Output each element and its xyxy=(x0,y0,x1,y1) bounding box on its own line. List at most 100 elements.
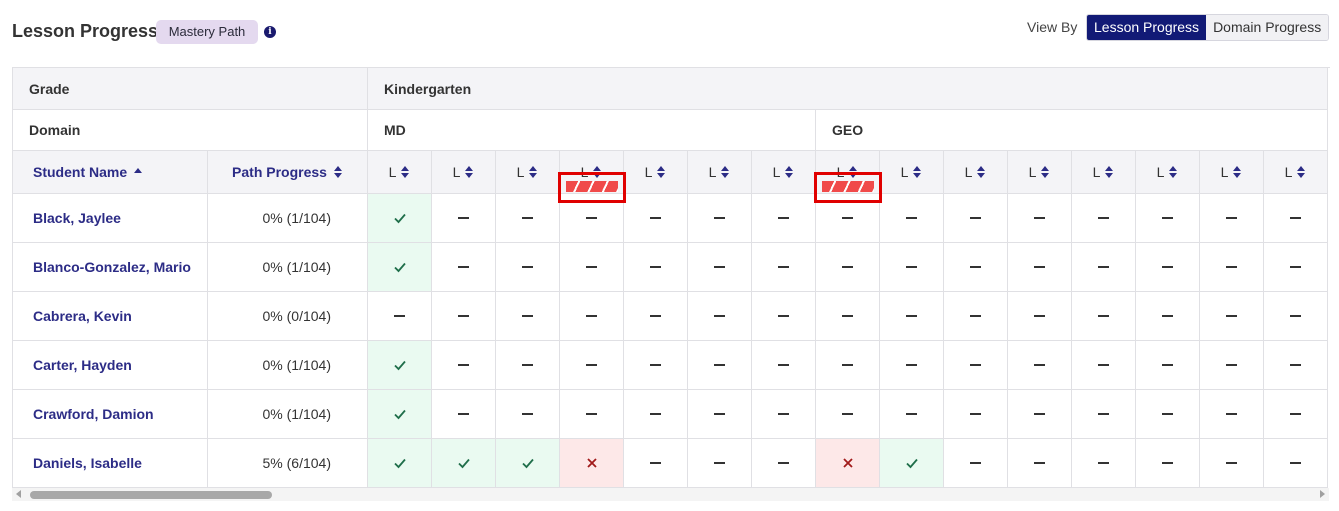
lesson-header[interactable]: L xyxy=(1200,151,1264,194)
lesson-header[interactable]: L xyxy=(624,151,688,194)
sort-icon[interactable] xyxy=(1168,165,1178,179)
lesson-status-cell[interactable] xyxy=(1136,390,1200,439)
lesson-status-cell[interactable] xyxy=(752,292,816,341)
lesson-status-cell[interactable] xyxy=(944,390,1008,439)
lesson-status-cell[interactable] xyxy=(816,292,880,341)
sort-icon[interactable] xyxy=(1104,165,1114,179)
lesson-status-cell[interactable] xyxy=(752,390,816,439)
lesson-status-cell[interactable] xyxy=(1136,292,1200,341)
lesson-status-cell[interactable] xyxy=(944,243,1008,292)
lesson-status-cell[interactable] xyxy=(624,243,688,292)
sort-icon[interactable] xyxy=(976,165,986,179)
lesson-status-cell[interactable] xyxy=(752,439,816,488)
lesson-status-cell[interactable] xyxy=(752,194,816,243)
lesson-header[interactable]: L xyxy=(944,151,1008,194)
lesson-status-cell[interactable] xyxy=(1200,243,1264,292)
lesson-status-cell[interactable] xyxy=(1136,439,1200,488)
lesson-status-cell[interactable] xyxy=(1008,439,1072,488)
lesson-status-cell[interactable] xyxy=(496,341,560,390)
lesson-status-cell[interactable] xyxy=(816,390,880,439)
lesson-status-cell[interactable] xyxy=(1264,390,1328,439)
sort-icon[interactable] xyxy=(333,165,343,179)
lesson-header[interactable]: L xyxy=(1008,151,1072,194)
lesson-status-cell[interactable] xyxy=(1200,439,1264,488)
lesson-status-cell[interactable] xyxy=(432,194,496,243)
lesson-status-cell[interactable] xyxy=(368,194,432,243)
lesson-status-cell[interactable] xyxy=(1136,243,1200,292)
scroll-right-icon[interactable] xyxy=(1320,490,1325,498)
sort-icon[interactable] xyxy=(784,165,794,179)
lesson-status-cell[interactable] xyxy=(1072,439,1136,488)
lesson-status-cell[interactable] xyxy=(816,341,880,390)
student-name-link[interactable]: Carter, Hayden xyxy=(13,341,208,390)
lesson-status-cell[interactable] xyxy=(816,243,880,292)
lesson-status-cell[interactable] xyxy=(688,390,752,439)
lesson-status-cell[interactable] xyxy=(1008,194,1072,243)
student-name-link[interactable]: Black, Jaylee xyxy=(13,194,208,243)
lesson-status-cell[interactable] xyxy=(1200,390,1264,439)
info-icon[interactable]: i xyxy=(264,26,276,38)
lesson-status-cell[interactable] xyxy=(368,292,432,341)
lesson-status-cell[interactable] xyxy=(688,341,752,390)
horizontal-scrollbar[interactable] xyxy=(12,488,1329,501)
lesson-status-cell[interactable] xyxy=(368,341,432,390)
lesson-status-cell[interactable] xyxy=(752,341,816,390)
lesson-status-cell[interactable] xyxy=(1136,194,1200,243)
lesson-status-cell[interactable] xyxy=(560,390,624,439)
lesson-status-cell[interactable] xyxy=(432,292,496,341)
lesson-status-cell[interactable] xyxy=(688,194,752,243)
sort-icon[interactable] xyxy=(400,165,410,179)
lesson-status-cell[interactable] xyxy=(944,341,1008,390)
scroll-left-icon[interactable] xyxy=(16,490,21,498)
sort-icon[interactable] xyxy=(912,165,922,179)
lesson-status-cell[interactable] xyxy=(624,439,688,488)
lesson-status-cell[interactable] xyxy=(1264,341,1328,390)
scroll-thumb[interactable] xyxy=(30,491,272,499)
lesson-header[interactable]: L xyxy=(432,151,496,194)
lesson-status-cell[interactable] xyxy=(624,292,688,341)
lesson-status-cell[interactable] xyxy=(1264,194,1328,243)
sort-icon[interactable] xyxy=(464,165,474,179)
lesson-status-cell[interactable] xyxy=(688,243,752,292)
sort-icon[interactable] xyxy=(656,165,666,179)
lesson-status-cell[interactable] xyxy=(496,194,560,243)
lesson-status-cell[interactable] xyxy=(432,341,496,390)
lesson-status-cell[interactable] xyxy=(368,439,432,488)
lesson-status-cell[interactable] xyxy=(368,390,432,439)
lesson-status-cell[interactable] xyxy=(1008,243,1072,292)
lesson-status-cell[interactable] xyxy=(880,292,944,341)
sort-icon[interactable] xyxy=(720,165,730,179)
lesson-status-cell[interactable] xyxy=(1200,292,1264,341)
lesson-status-cell[interactable] xyxy=(496,292,560,341)
lesson-status-cell[interactable] xyxy=(880,439,944,488)
lesson-status-cell[interactable] xyxy=(1136,341,1200,390)
lesson-status-cell[interactable] xyxy=(688,292,752,341)
sort-icon[interactable] xyxy=(1296,165,1306,179)
lesson-status-cell[interactable] xyxy=(624,390,688,439)
lesson-header[interactable]: L xyxy=(1136,151,1200,194)
lesson-status-cell[interactable] xyxy=(432,243,496,292)
lesson-status-cell[interactable] xyxy=(560,341,624,390)
lesson-status-cell[interactable] xyxy=(1264,243,1328,292)
lesson-status-cell[interactable] xyxy=(1200,194,1264,243)
student-name-link[interactable]: Blanco-Gonzalez, Mario xyxy=(13,243,208,292)
lesson-status-cell[interactable] xyxy=(560,439,624,488)
lesson-header[interactable]: L xyxy=(752,151,816,194)
lesson-status-cell[interactable] xyxy=(816,439,880,488)
lesson-status-cell[interactable] xyxy=(1008,341,1072,390)
lesson-status-cell[interactable] xyxy=(944,292,1008,341)
lesson-header[interactable]: L xyxy=(368,151,432,194)
sort-icon[interactable] xyxy=(1232,165,1242,179)
lesson-status-cell[interactable] xyxy=(496,390,560,439)
view-lesson-progress-button[interactable]: Lesson Progress xyxy=(1087,15,1207,40)
lesson-status-cell[interactable] xyxy=(880,194,944,243)
lesson-status-cell[interactable] xyxy=(496,243,560,292)
lesson-header[interactable]: L xyxy=(880,151,944,194)
lesson-status-cell[interactable] xyxy=(1072,341,1136,390)
lesson-status-cell[interactable] xyxy=(1008,292,1072,341)
student-name-header[interactable]: Student Name xyxy=(13,151,208,194)
lesson-status-cell[interactable] xyxy=(752,243,816,292)
lesson-status-cell[interactable] xyxy=(1264,292,1328,341)
path-progress-header[interactable]: Path Progress xyxy=(208,151,368,194)
lesson-status-cell[interactable] xyxy=(944,194,1008,243)
